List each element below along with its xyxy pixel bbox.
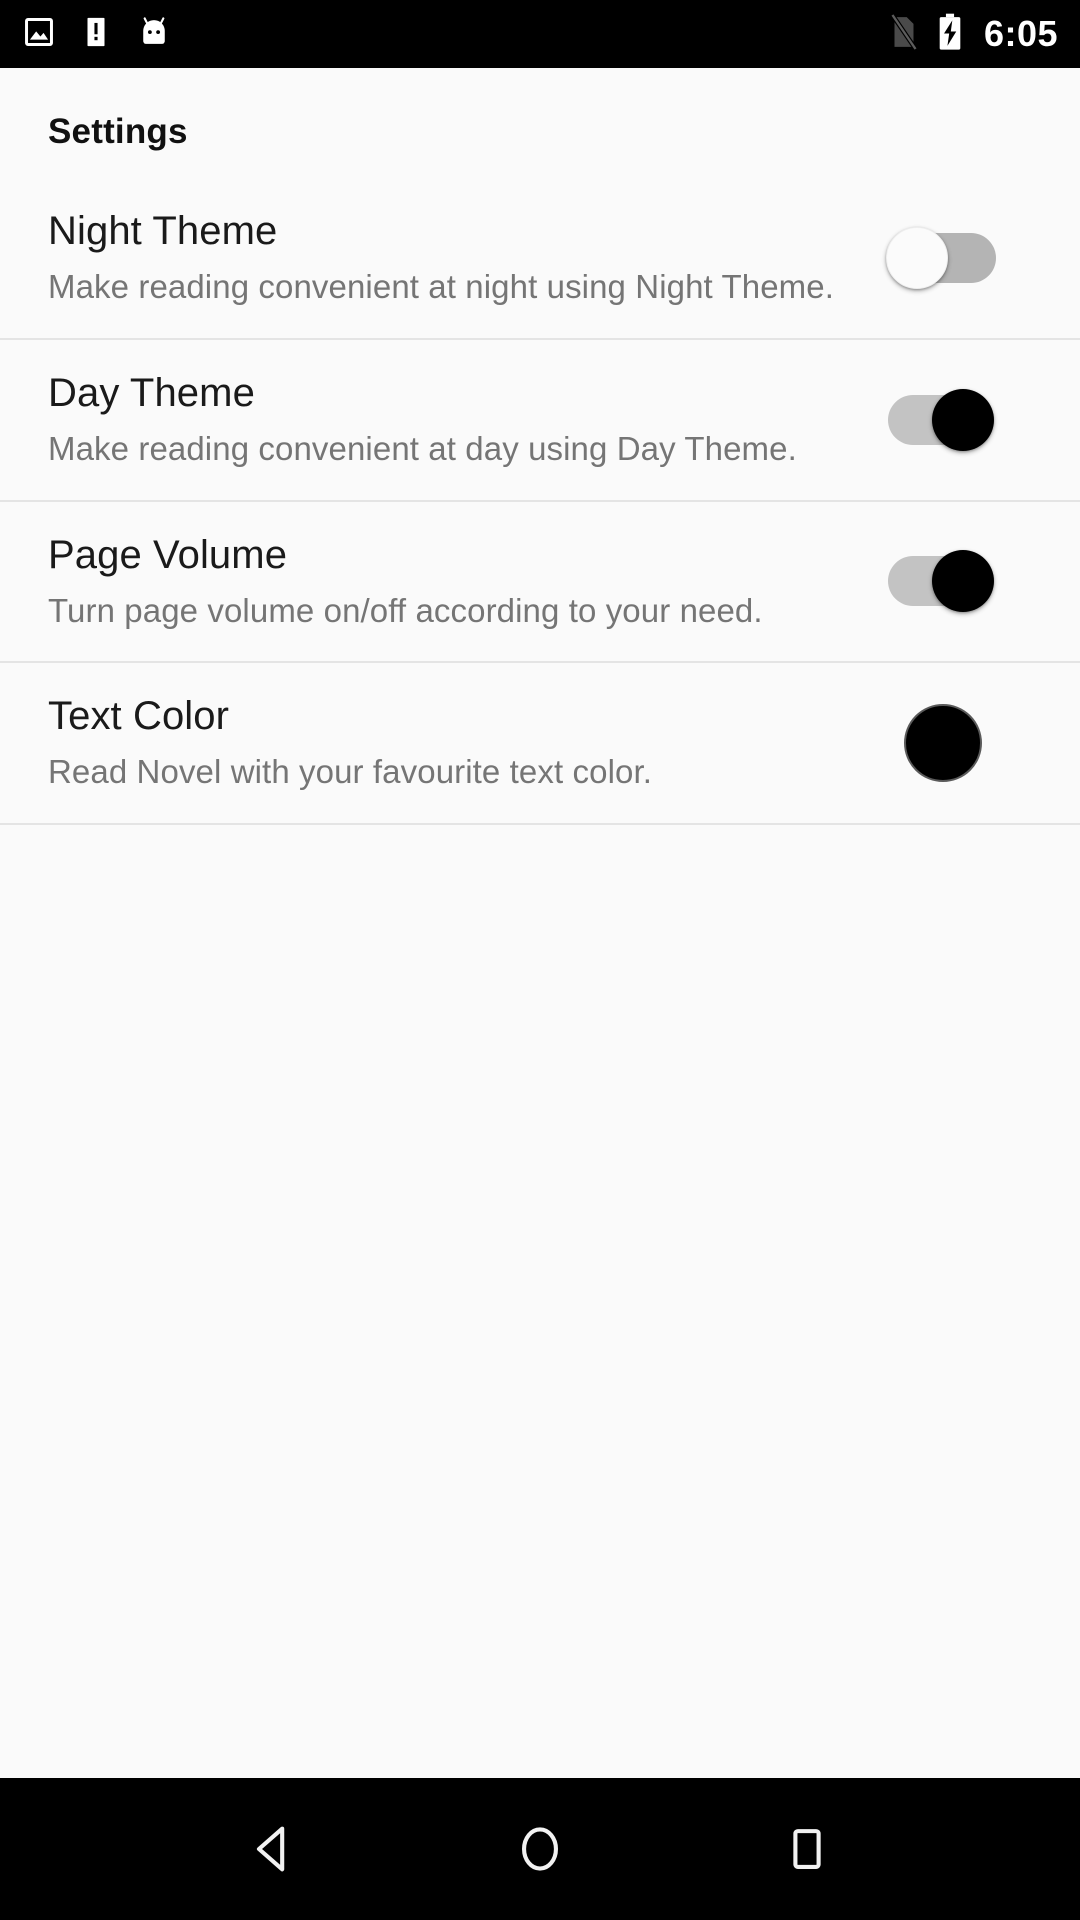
setting-row-day-theme[interactable]: Day Theme Make reading convenient at day…	[0, 339, 1080, 502]
android-head-icon	[136, 15, 172, 54]
setting-description: Read Novel with your favourite text colo…	[48, 753, 652, 791]
setting-control	[848, 226, 1038, 289]
setting-title: Day Theme	[48, 370, 255, 415]
setting-row-text: Night Theme Make reading convenient at n…	[48, 208, 848, 308]
recents-icon[interactable]	[747, 1789, 867, 1909]
setting-row-text: Text Color Read Novel with your favourit…	[48, 693, 848, 793]
status-bar-left-icons	[22, 15, 172, 54]
setting-control	[848, 704, 1038, 783]
page-title: Settings	[48, 112, 188, 151]
toggle-thumb	[932, 388, 994, 451]
setting-description: Make reading convenient at day using Day…	[48, 429, 797, 467]
setting-row-text-color[interactable]: Text Color Read Novel with your favourit…	[0, 663, 1080, 826]
page-title-container: Settings	[0, 68, 1080, 178]
back-icon[interactable]	[213, 1789, 333, 1909]
setting-row-text: Day Theme Make reading convenient at day…	[48, 370, 848, 470]
settings-list: Night Theme Make reading convenient at n…	[0, 178, 1080, 826]
photo-icon	[22, 15, 56, 54]
empty-content-area	[0, 825, 1080, 1778]
setting-description: Make reading convenient at night using N…	[48, 268, 834, 306]
setting-title: Text Color	[48, 694, 230, 739]
setting-description: Turn page volume on/off according to you…	[48, 591, 763, 629]
toggle-thumb	[886, 226, 948, 289]
setting-title: Night Theme	[48, 209, 278, 253]
battery-charging-icon	[936, 13, 964, 56]
navigation-bar	[0, 1778, 1080, 1920]
day-theme-toggle[interactable]	[888, 388, 994, 451]
toggle-thumb	[932, 550, 994, 613]
setting-row-text: Page Volume Turn page volume on/off acco…	[48, 532, 848, 632]
status-bar-right-icons: 6:05	[888, 13, 1058, 56]
phone-screen: 6:05 Settings Night Theme Make reading c…	[0, 0, 1080, 1920]
page-volume-toggle[interactable]	[888, 550, 994, 613]
no-sim-icon	[888, 13, 920, 56]
text-color-swatch[interactable]	[904, 704, 982, 783]
setting-title: Page Volume	[48, 532, 288, 577]
setting-row-night-theme[interactable]: Night Theme Make reading convenient at n…	[0, 178, 1080, 340]
status-bar-clock: 6:05	[983, 13, 1058, 54]
home-icon[interactable]	[480, 1789, 600, 1909]
setting-control	[848, 550, 1038, 613]
alert-icon	[79, 15, 113, 54]
setting-control	[848, 388, 1038, 451]
setting-row-page-volume[interactable]: Page Volume Turn page volume on/off acco…	[0, 501, 1080, 664]
status-bar: 6:05	[0, 0, 1080, 68]
night-theme-toggle[interactable]	[886, 226, 996, 289]
